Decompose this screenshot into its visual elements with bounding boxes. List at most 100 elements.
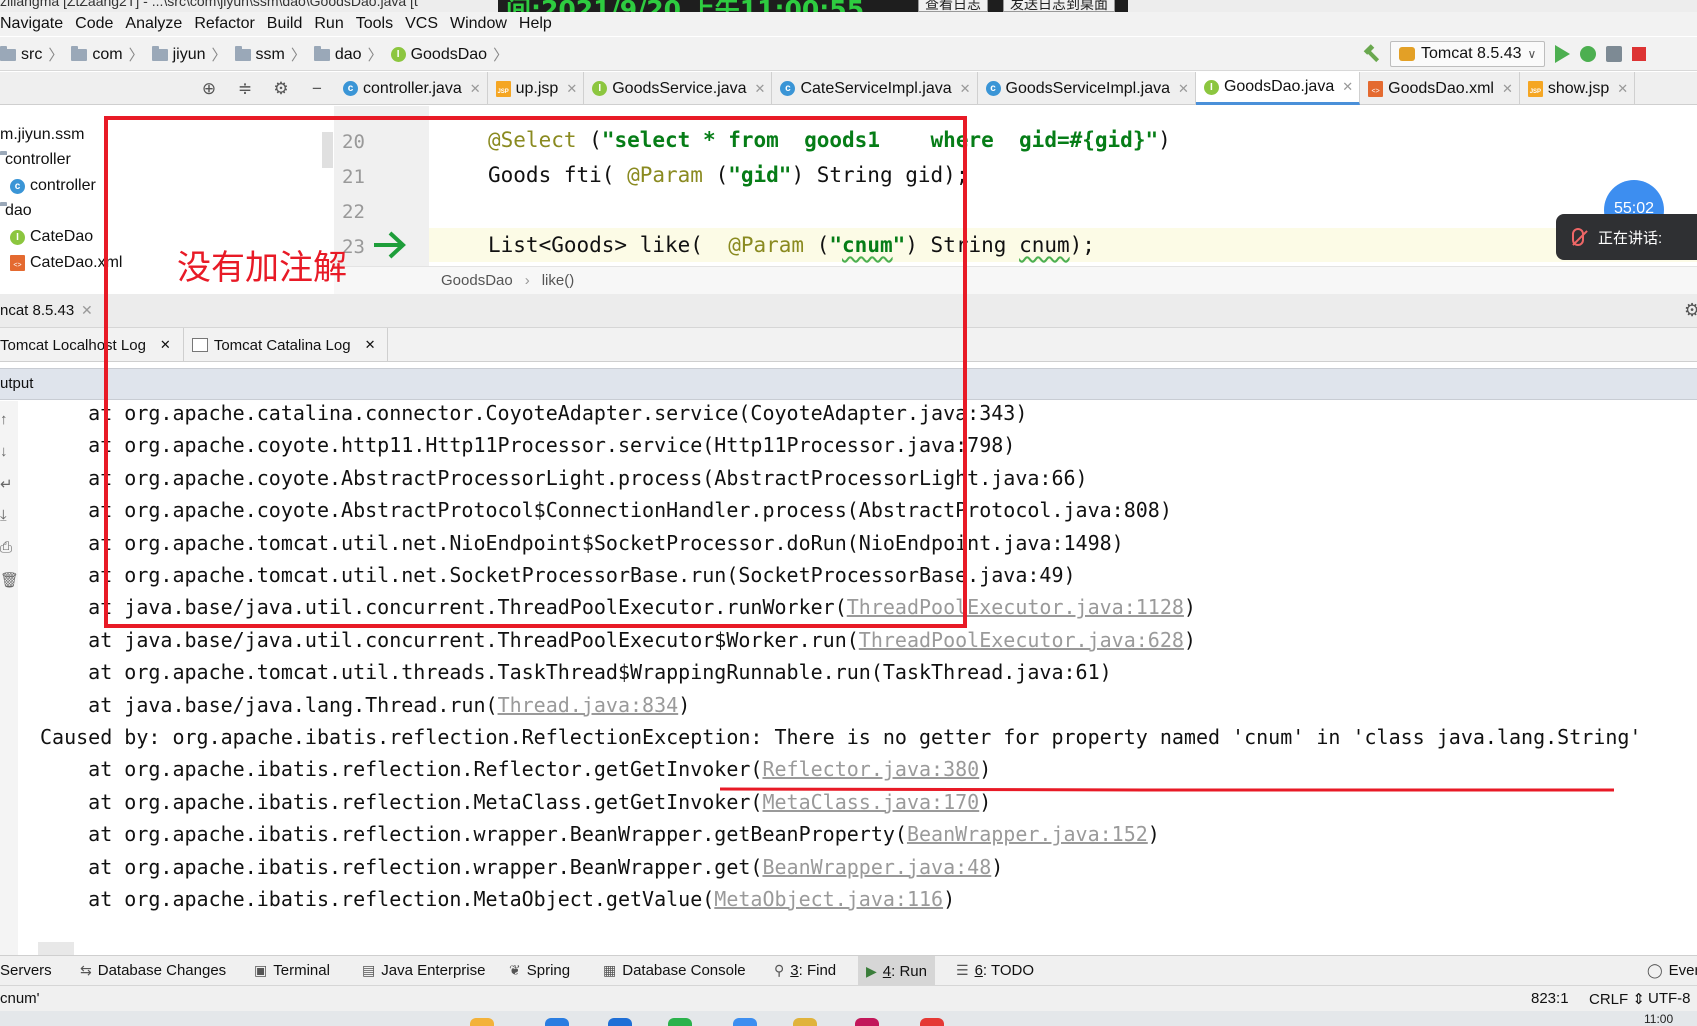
close-icon[interactable]: ✕ — [1617, 81, 1628, 97]
taskbar-app-icon[interactable] — [545, 1018, 569, 1026]
tab-show-jsp[interactable]: JSP show.jsp ✕ — [1520, 72, 1636, 105]
taskbar-app-icon[interactable] — [733, 1018, 757, 1026]
menu-refactor[interactable]: Refactor — [188, 15, 260, 33]
build-hammer-icon[interactable] — [1362, 45, 1380, 63]
menu-vcs[interactable]: VCS — [399, 15, 444, 33]
hide-panel-icon[interactable]: − — [308, 79, 326, 99]
tree-scrollbar[interactable] — [322, 132, 333, 168]
tab-controller-java[interactable]: c controller.java ✕ — [335, 72, 488, 105]
send-log-button[interactable]: 发送日志到桌面 — [1003, 0, 1115, 12]
tool-servers[interactable]: Servers — [0, 962, 52, 979]
crumb-src[interactable]: src — [0, 45, 48, 64]
coverage-icon[interactable] — [1606, 46, 1623, 62]
tool-todo[interactable]: ☰ 6: TODO — [956, 962, 1034, 979]
view-log-button[interactable]: 查看日志 — [918, 0, 988, 12]
tab-goodsserviceimpl-java[interactable]: c GoodsServiceImpl.java ✕ — [978, 72, 1196, 105]
scroll-to-end-icon[interactable]: ⤓ — [0, 507, 7, 524]
gear-icon[interactable]: ⚙ — [1684, 300, 1697, 321]
taskbar-app-icon[interactable] — [470, 1018, 494, 1026]
tool-event-log[interactable]: ◯ Even — [1647, 962, 1697, 979]
code-editor[interactable]: 20 21 22 23 @Select ("select * from good… — [334, 106, 1697, 266]
tab-tomcat-catalina-log[interactable]: Tomcat Catalina Log ✕ — [184, 328, 389, 362]
down-arrow-icon[interactable]: ↓ — [0, 443, 8, 460]
line-separator[interactable]: CRLF ⇕ — [1589, 990, 1645, 1008]
source-link[interactable]: BeanWrapper.java:152 — [907, 822, 1148, 846]
close-icon[interactable]: ✕ — [1178, 81, 1189, 97]
menu-analyze[interactable]: Analyze — [119, 15, 188, 33]
menu-tools[interactable]: Tools — [350, 15, 399, 33]
tree-item-catedao[interactable]: I CateDao — [10, 228, 93, 246]
close-icon[interactable]: ✕ — [365, 337, 376, 353]
tree-item-catedao-xml[interactable]: <> CateDao.xml — [10, 254, 122, 272]
tab-goodsservice-java[interactable]: I GoodsService.java ✕ — [584, 72, 773, 105]
stop-icon[interactable] — [1632, 47, 1647, 61]
tree-item-controller-class[interactable]: c controller — [10, 177, 96, 195]
locate-target-icon[interactable]: ⊕ — [200, 79, 218, 99]
tool-java-enterprise[interactable]: ▤ Java Enterprise — [362, 962, 485, 979]
collapse-all-icon[interactable]: ≑ — [236, 79, 254, 99]
tool-run[interactable]: ▶ 4: Run — [858, 956, 935, 986]
taskbar-app-icon[interactable] — [668, 1018, 692, 1026]
source-link[interactable]: BeanWrapper.java:48 — [762, 855, 991, 879]
close-icon[interactable]: ✕ — [960, 81, 971, 97]
tree-item-dao-folder[interactable]: dao — [0, 202, 32, 220]
taskbar-app-icon[interactable] — [793, 1018, 817, 1026]
menu-code[interactable]: Code — [69, 15, 119, 33]
tool-terminal[interactable]: ▣ Terminal — [254, 962, 330, 979]
menu-navigate[interactable]: Navigate — [0, 15, 69, 33]
taskbar-app-icon[interactable] — [855, 1018, 879, 1026]
arrow-right-icon — [374, 231, 406, 259]
up-arrow-icon[interactable]: ↑ — [0, 411, 8, 428]
gear-icon[interactable]: ⚙ — [272, 79, 290, 99]
debug-icon[interactable] — [1580, 46, 1597, 62]
close-icon[interactable]: ✕ — [81, 302, 93, 319]
tab-label: controller.java — [363, 79, 462, 97]
menu-build[interactable]: Build — [261, 15, 309, 33]
tab-tomcat-localhost-log[interactable]: Tomcat Localhost Log ✕ — [0, 328, 184, 362]
menu-run[interactable]: Run — [308, 15, 349, 33]
crumb-goodsdao[interactable]: I GoodsDao — [390, 46, 494, 64]
close-icon[interactable]: ✕ — [1502, 81, 1513, 97]
editor-crumb-class[interactable]: GoodsDao — [441, 272, 513, 289]
run-icon[interactable] — [1555, 45, 1571, 63]
crumb-ssm[interactable]: ssm — [234, 45, 291, 64]
crumb-jiyun[interactable]: jiyun — [151, 45, 212, 64]
tree-item-controller-folder[interactable]: controller — [0, 151, 71, 169]
tab-up-jsp[interactable]: JSP up.jsp ✕ — [488, 72, 585, 105]
tab-cateserviceimpl-java[interactable]: c CateServiceImpl.java ✕ — [772, 72, 978, 105]
source-link[interactable]: MetaObject.java:116 — [714, 887, 943, 911]
close-icon[interactable]: ✕ — [160, 337, 171, 353]
tab-goodsdao-xml[interactable]: <> GoodsDao.xml ✕ — [1360, 72, 1520, 105]
taskbar-app-icon[interactable] — [608, 1018, 632, 1026]
tool-find[interactable]: ⚲ 3: Find — [774, 962, 836, 979]
source-link[interactable]: ThreadPoolExecutor.java:1128 — [847, 595, 1184, 619]
trash-icon[interactable]: 🗑 — [0, 571, 19, 589]
close-icon[interactable]: ✕ — [566, 81, 577, 97]
source-link[interactable]: Thread.java:834 — [498, 693, 679, 717]
source-link[interactable]: Reflector.java:380 — [762, 757, 979, 781]
tool-database-console[interactable]: ▦ Database Console — [603, 962, 746, 979]
tab-goodsdao-java[interactable]: I GoodsDao.java ✕ — [1195, 72, 1361, 105]
taskbar-app-icon[interactable] — [920, 1018, 944, 1026]
source-link[interactable]: ThreadPoolExecutor.java:628 — [859, 628, 1184, 652]
caret-position[interactable]: 823:1 — [1531, 990, 1569, 1007]
tree-item-package[interactable]: m.jiyun.ssm — [0, 126, 84, 144]
close-icon[interactable]: ✕ — [470, 81, 481, 97]
soft-wrap-icon[interactable]: ↵ — [0, 475, 13, 493]
annotation-note: 没有加注解 — [177, 248, 347, 288]
tool-database-changes[interactable]: ⇆ Database Changes — [80, 962, 226, 979]
menu-help[interactable]: Help — [513, 15, 558, 33]
run-configuration-select[interactable]: Tomcat 8.5.43 ∨ — [1390, 41, 1546, 67]
menu-window[interactable]: Window — [444, 15, 513, 33]
print-icon[interactable]: ⎙ — [0, 539, 12, 556]
tool-label: : Run — [891, 962, 927, 980]
editor-crumb-method[interactable]: like() — [542, 272, 575, 289]
close-icon[interactable]: ✕ — [755, 81, 766, 97]
tool-spring[interactable]: ❦ Spring — [509, 962, 570, 979]
run-tab-title[interactable]: ncat 8.5.43 — [0, 302, 74, 319]
close-icon[interactable]: ✕ — [1342, 79, 1353, 95]
console-output[interactable]: ↑ ↓ ↵ ⤓ ⎙ 🗑 at org.apache.catalina.conne… — [0, 401, 1697, 955]
crumb-dao[interactable]: dao — [313, 45, 368, 64]
crumb-com[interactable]: com — [71, 45, 128, 64]
file-encoding[interactable]: UTF-8 — [1648, 990, 1691, 1007]
